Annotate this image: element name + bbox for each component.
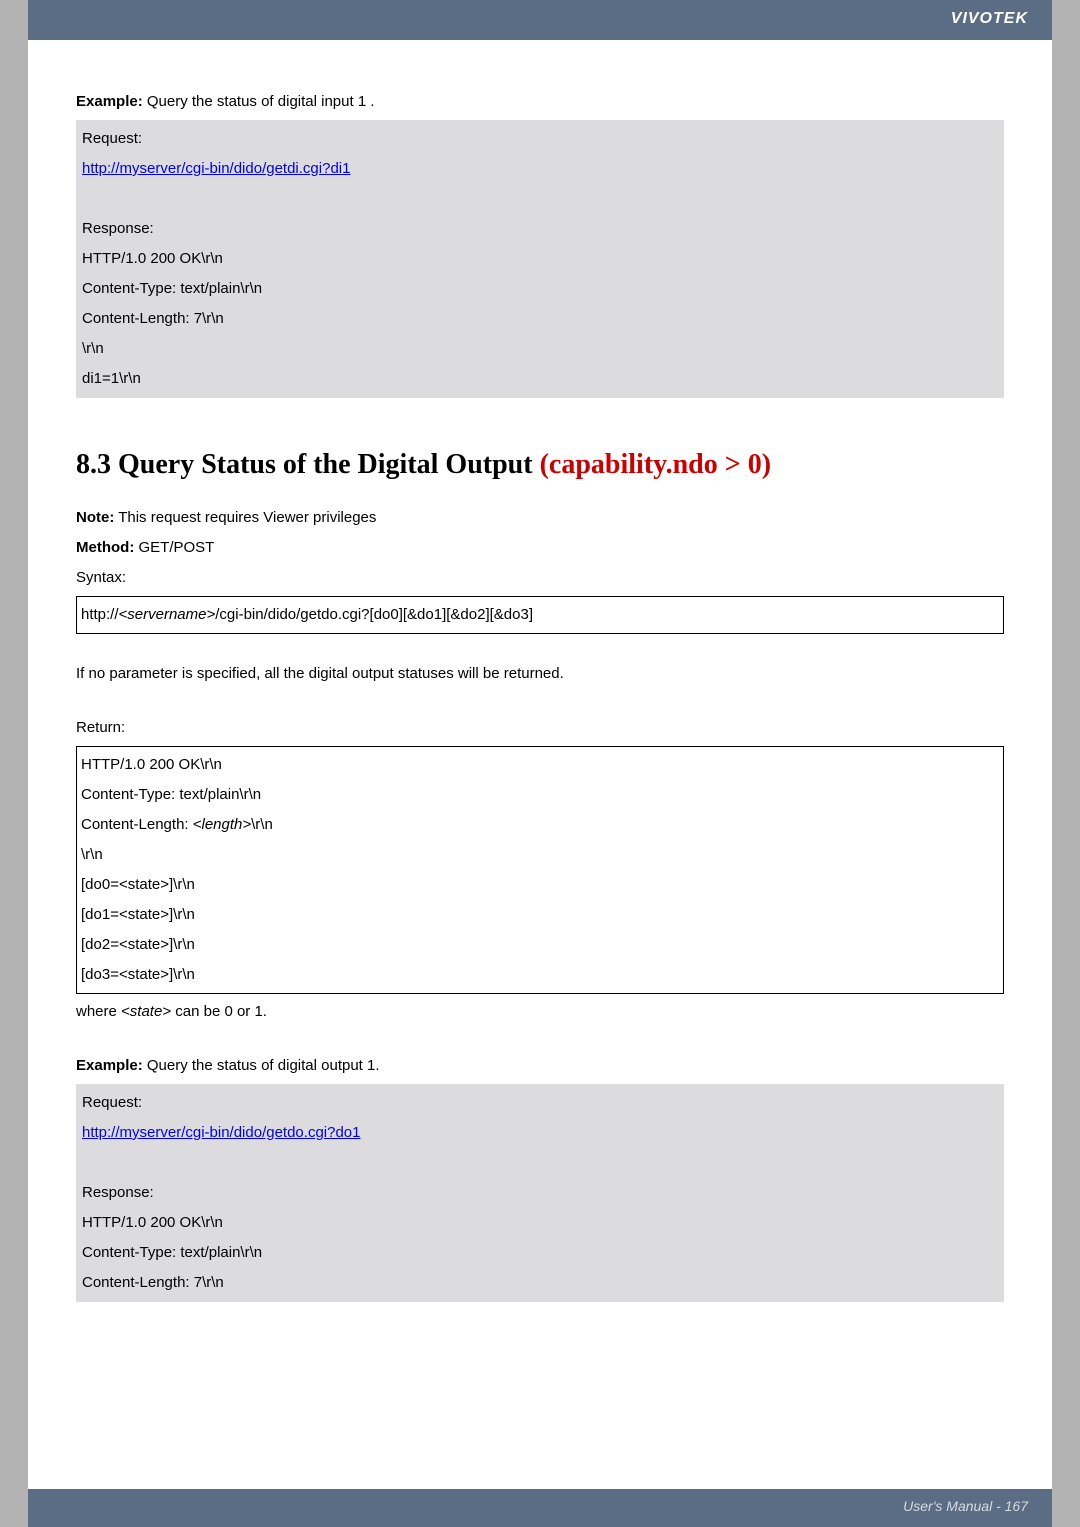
method-text: GET/POST <box>134 539 214 556</box>
return-rn: \r\n <box>81 840 999 870</box>
return-box: HTTP/1.0 200 OK\r\n Content-Type: text/p… <box>76 746 1004 994</box>
response-line: Content-Type: text/plain\r\n <box>80 1238 1000 1268</box>
response-line: \r\n <box>80 334 1000 364</box>
return-line: Content-Type: text/plain\r\n <box>81 780 999 810</box>
return-label: Return: <box>76 716 1004 740</box>
example2-request-box: Request: http://myserver/cgi-bin/dido/ge… <box>76 1084 1004 1302</box>
return-do-line: [do1=<state>]\r\n <box>81 900 999 930</box>
no-param-text: If no parameter is specified, all the di… <box>76 662 1004 686</box>
footer-text: User's Manual - 167 <box>903 1498 1028 1514</box>
example2-title: Example: Query the status of digital out… <box>76 1054 1004 1078</box>
section-number: 8.3 Query Status of the Digital Output <box>76 449 540 480</box>
spacer <box>76 638 1004 662</box>
syntax-box: http://<servername>/cgi-bin/dido/getdo.c… <box>76 596 1004 634</box>
syntax-suffix: /cgi-bin/dido/getdo.cgi?[do0][&do1][&do2… <box>215 606 533 623</box>
response-line: Content-Type: text/plain\r\n <box>80 274 1000 304</box>
response-line: HTTP/1.0 200 OK\r\n <box>80 1208 1000 1238</box>
length-suffix: \r\n <box>251 816 273 833</box>
example2-request-link[interactable]: http://myserver/cgi-bin/dido/getdo.cgi?d… <box>82 1124 361 1141</box>
example1-request-link[interactable]: http://myserver/cgi-bin/dido/getdi.cgi?d… <box>82 160 350 177</box>
length-prefix: Content-Length: <box>81 816 193 833</box>
where-suffix: can be 0 or 1. <box>171 1003 267 1020</box>
request-label: Request: <box>80 124 1000 154</box>
note-line: Note: This request requires Viewer privi… <box>76 506 1004 530</box>
return-do-line: [do0=<state>]\r\n <box>81 870 999 900</box>
length-value: <length> <box>193 816 251 833</box>
note-text: This request requires Viewer privileges <box>114 509 376 526</box>
example2-label: Example: <box>76 1057 143 1074</box>
where-state: <state> <box>121 1003 171 1020</box>
example1-label: Example: <box>76 93 143 110</box>
method-line: Method: GET/POST <box>76 536 1004 560</box>
response-label: Response: <box>80 214 1000 244</box>
example2-text: Query the status of digital output 1. <box>143 1057 380 1074</box>
return-do-line: [do2=<state>]\r\n <box>81 930 999 960</box>
syntax-servername: <servername> <box>119 606 216 623</box>
page-container: VIVOTEK Example: Query the status of dig… <box>28 0 1052 1527</box>
page-content: Example: Query the status of digital inp… <box>28 40 1052 1332</box>
where-line: where <state> can be 0 or 1. <box>76 1000 1004 1024</box>
response-label: Response: <box>80 1178 1000 1208</box>
return-line-length: Content-Length: <length>\r\n <box>81 810 999 840</box>
request-label: Request: <box>80 1088 1000 1118</box>
spacer <box>76 1030 1004 1054</box>
return-do-line: [do3=<state>]\r\n <box>81 960 999 990</box>
method-label: Method: <box>76 539 134 556</box>
header-bar: VIVOTEK <box>28 0 1052 40</box>
section-red: (capability.ndo > 0) <box>540 449 771 480</box>
spacer <box>76 686 1004 710</box>
syntax-label: Syntax: <box>76 566 1004 590</box>
syntax-prefix: http:// <box>81 606 119 623</box>
section-heading: 8.3 Query Status of the Digital Output (… <box>76 443 1004 488</box>
syntax-content: http://<servername>/cgi-bin/dido/getdo.c… <box>81 600 999 630</box>
response-line: HTTP/1.0 200 OK\r\n <box>80 244 1000 274</box>
response-line: di1=1\r\n <box>80 364 1000 394</box>
note-label: Note: <box>76 509 114 526</box>
response-line: Content-Length: 7\r\n <box>80 304 1000 334</box>
where-prefix: where <box>76 1003 121 1020</box>
return-line: HTTP/1.0 200 OK\r\n <box>81 750 999 780</box>
response-line: Content-Length: 7\r\n <box>80 1268 1000 1298</box>
example1-request-box: Request: http://myserver/cgi-bin/dido/ge… <box>76 120 1004 398</box>
example1-title: Example: Query the status of digital inp… <box>76 90 1004 114</box>
footer-bar: User's Manual - 167 <box>28 1489 1052 1527</box>
example1-text: Query the status of digital input 1 . <box>143 93 375 110</box>
brand-logo: VIVOTEK <box>951 10 1028 28</box>
